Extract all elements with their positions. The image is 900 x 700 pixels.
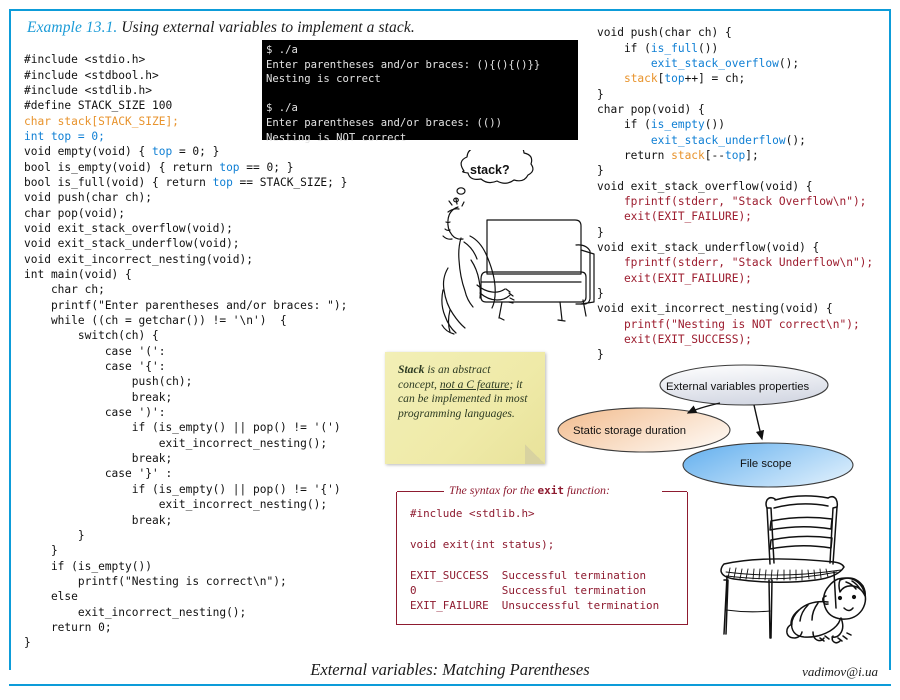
terminal-window: $ ./a Enter parentheses and/or braces: (… — [262, 40, 578, 144]
sticky-note-fold — [525, 444, 545, 464]
sticky-note-text: Stack is an abstract concept, not a C fe… — [398, 363, 530, 421]
syntax-box-rule-left — [397, 491, 444, 493]
diagram-label-file-scope: File scope — [740, 458, 792, 470]
thought-bubble-label: stack? — [470, 163, 510, 177]
example-number: Example 13.1. — [27, 19, 118, 36]
diagram-label-static-storage-duration: Static storage duration — [573, 425, 687, 437]
frame-top-border — [9, 9, 891, 11]
arrow-to-static-storage-duration — [686, 402, 721, 414]
syntax-title-code: exit — [537, 484, 565, 497]
frame-bottom-border — [9, 684, 891, 686]
author-email: vadimov@i.ua — [802, 664, 878, 679]
sticky-note-underlined: not a C feature — [439, 377, 510, 391]
syntax-box-title: The syntax for the exit function: — [445, 483, 614, 498]
syntax-title-suffix: function: — [564, 483, 610, 497]
diagram-label-external-variables-properties: External variables properties — [666, 381, 810, 393]
example-caption-text: Using external variables to implement a … — [117, 19, 415, 36]
chair-with-baby-illustration — [720, 495, 867, 644]
terminal-output: $ ./a Enter parentheses and/or braces: (… — [266, 44, 541, 144]
frame-left-border — [9, 9, 11, 670]
syntax-box-body: #include <stdlib.h> void exit(int status… — [410, 507, 660, 613]
syntax-box-rule-right — [662, 491, 687, 493]
sticky-note: Stack is an abstract concept, not a C fe… — [385, 352, 545, 464]
arrow-to-file-scope — [753, 404, 765, 441]
person-on-couch-illustration — [441, 150, 595, 335]
code-listing-right: void push(char ch) { if (is_full()) exit… — [597, 26, 874, 362]
exit-syntax-box: The syntax for the exit function: #inclu… — [396, 483, 688, 625]
example-caption: Example 13.1. Using external variables t… — [27, 19, 415, 37]
syntax-title-prefix: The syntax for the — [449, 483, 538, 497]
sticky-note-bold-word: Stack — [398, 363, 425, 376]
slide-page: Example 13.1. Using external variables t… — [0, 0, 900, 700]
slide-footer-title: External variables: Matching Parentheses — [310, 660, 590, 679]
